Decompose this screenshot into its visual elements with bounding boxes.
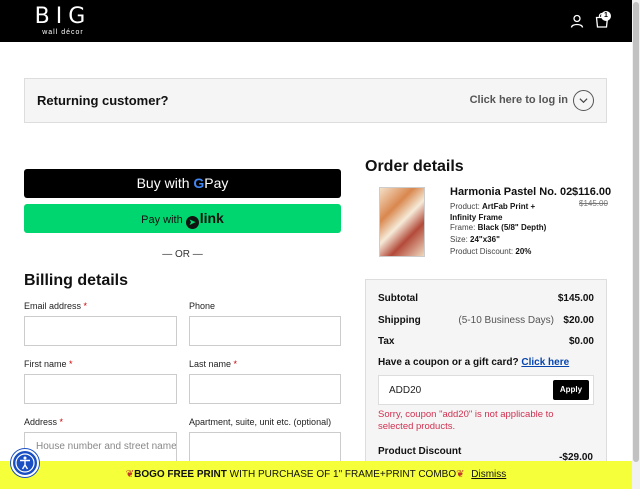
gpay-prefix: Buy with: [136, 175, 190, 191]
subtotal-row: Subtotal $145.00: [378, 293, 594, 304]
promo-emoji: ❦: [456, 469, 465, 480]
google-pay-button[interactable]: Buy with GPay: [24, 169, 341, 198]
last-name-field[interactable]: [189, 374, 341, 404]
order-summary: Subtotal $145.00 Shipping (5-10 Business…: [365, 279, 607, 469]
link-pay-prefix: Pay with: [141, 214, 183, 226]
page-scrollbar[interactable]: [632, 0, 640, 489]
promo-text: WITH PURCHASE OF 1" FRAME+PRINT COMBO: [226, 469, 457, 480]
apartment-field[interactable]: [189, 432, 341, 462]
site-header: BIG wall décor 1: [0, 0, 640, 42]
first-name-field[interactable]: [24, 374, 177, 404]
tax-row: Tax $0.00: [378, 336, 594, 347]
shipping-row: Shipping (5-10 Business Days) $20.00: [378, 315, 594, 326]
promo-banner: ❦BOGO FREE PRINT WITH PURCHASE OF 1" FRA…: [0, 461, 632, 489]
accessibility-icon: [15, 453, 35, 473]
logo-sub-text: wall décor: [42, 29, 84, 36]
dismiss-promo-link[interactable]: Dismiss: [471, 469, 506, 480]
product-old-price: $145.00: [579, 199, 608, 208]
email-field[interactable]: [24, 316, 177, 346]
or-divider: — OR —: [162, 249, 203, 260]
product-thumbnail: [379, 187, 425, 257]
accessibility-button[interactable]: [11, 449, 39, 477]
tax-value: $0.00: [568, 336, 594, 347]
product-frame-meta: Frame: Black (5/8" Depth): [450, 223, 547, 232]
first-name-label: First name *: [24, 359, 73, 369]
cart-count-badge: 1: [601, 11, 611, 21]
coupon-error-message: Sorry, coupon "add20" is not applicable …: [378, 409, 554, 432]
shipping-note: (5-10 Business Days): [458, 315, 554, 326]
link-pay-button[interactable]: Pay with ➤ link: [24, 204, 341, 233]
product-discount-meta: Product Discount: 20%: [450, 247, 532, 256]
product-discount-label: Product Discount: [378, 446, 462, 457]
email-label: Email address *: [24, 301, 88, 311]
last-name-label: Last name *: [189, 359, 238, 369]
google-g-icon: G: [193, 175, 205, 191]
billing-title: Billing details: [24, 272, 129, 289]
coupon-input[interactable]: ADD20 Apply: [378, 375, 594, 405]
coupon-code-value: ADD20: [389, 385, 422, 396]
apartment-label: Apartment, suite, unit etc. (optional): [189, 417, 332, 427]
link-arrow-icon: ➤: [185, 216, 199, 229]
account-icon[interactable]: [570, 14, 584, 28]
gpay-word: Pay: [204, 175, 229, 191]
link-pay-word: link: [199, 210, 224, 226]
logo-main-text: BIG: [34, 4, 92, 29]
shipping-value: $20.00: [563, 315, 594, 326]
phone-field[interactable]: [189, 316, 341, 346]
product-price: $116.00: [572, 186, 612, 198]
product-name: Harmonia Pastel No. 02: [450, 186, 573, 198]
product-type-meta: Product: ArtFab Print + Infinity Frame: [450, 202, 536, 222]
promo-bold-text: BOGO FREE PRINT: [134, 469, 227, 480]
coupon-question: Have a coupon or a gift card? Click here: [378, 357, 570, 368]
site-logo[interactable]: BIG wall décor: [24, 6, 102, 37]
scrollbar-thumb[interactable]: [633, 2, 639, 462]
returning-customer-title: Returning customer?: [37, 93, 169, 108]
address-field[interactable]: House number and street name: [24, 432, 177, 462]
address-label: Address *: [24, 417, 64, 427]
chevron-down-icon[interactable]: [573, 90, 594, 111]
promo-emoji: ❦: [125, 469, 135, 480]
apply-coupon-button[interactable]: Apply: [553, 380, 589, 400]
coupon-click-here-link[interactable]: Click here: [521, 357, 569, 368]
subtotal-value: $145.00: [557, 293, 594, 304]
phone-label: Phone: [189, 301, 216, 311]
login-link[interactable]: Click here to log in: [470, 94, 568, 106]
product-size-meta: Size: 24"x36": [450, 235, 500, 244]
returning-customer-panel[interactable]: Returning customer? Click here to log in: [24, 78, 607, 123]
order-details-title: Order details: [365, 158, 464, 175]
